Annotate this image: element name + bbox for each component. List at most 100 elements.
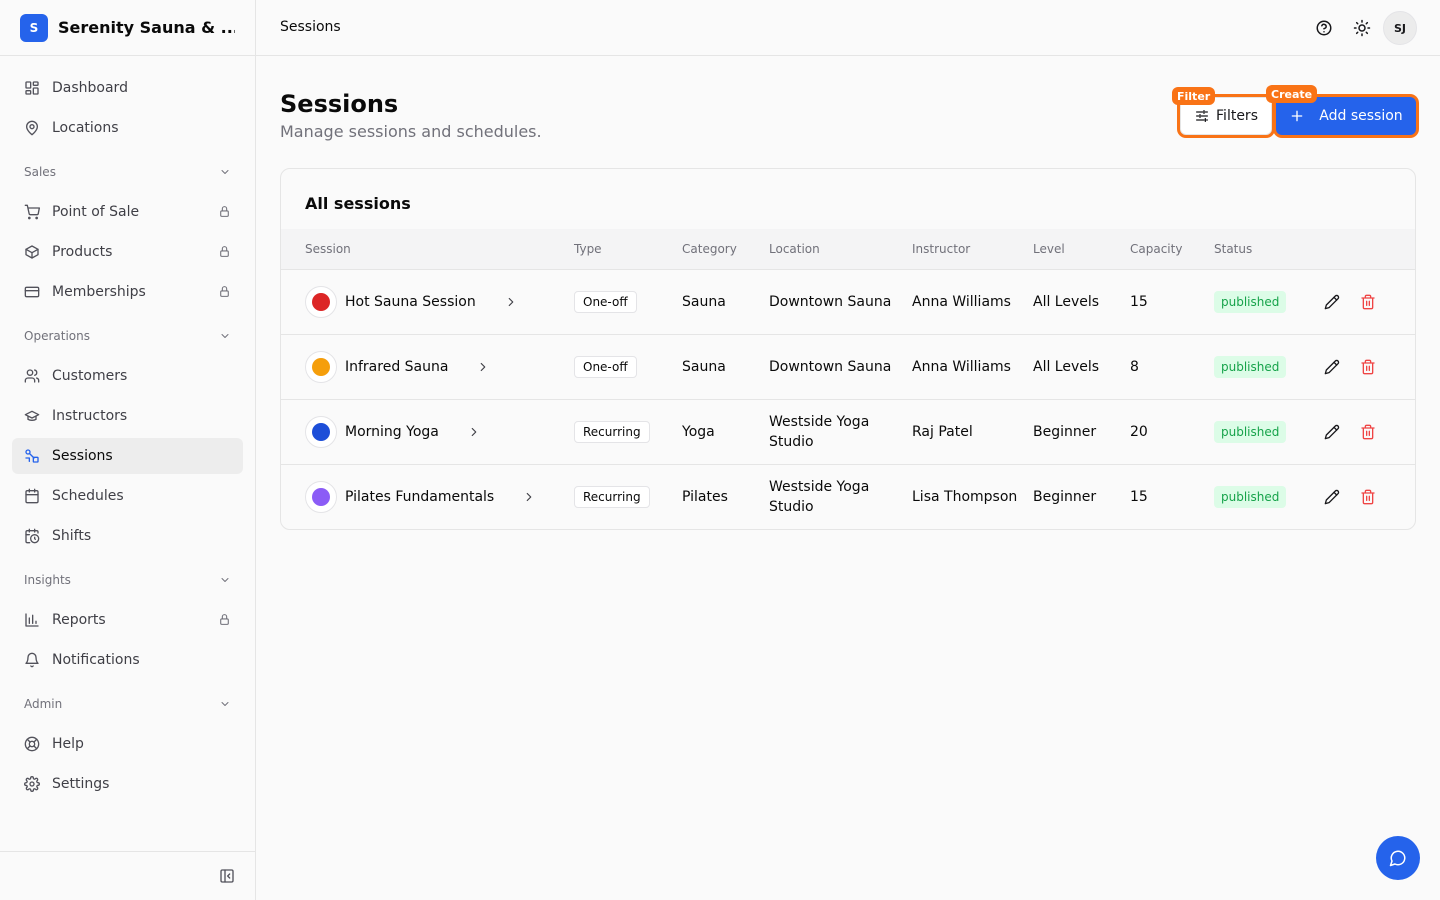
nav-group-sales[interactable]: Sales: [12, 154, 243, 190]
pencil-icon[interactable]: [1324, 359, 1340, 375]
sidebar-item-reports[interactable]: Reports: [12, 602, 243, 638]
sidebar-item-label: Help: [52, 736, 84, 752]
cell-type: Recurring: [574, 399, 682, 464]
cell-level: All Levels: [1033, 293, 1100, 310]
table-header-row: Session Type Category Location Instructo…: [281, 229, 1415, 269]
cell-status: published: [1214, 334, 1324, 399]
col-level: Level: [1033, 241, 1065, 256]
session-name: Infrared Sauna: [345, 358, 449, 375]
user-avatar[interactable]: SJ: [1383, 11, 1417, 45]
pencil-icon[interactable]: [1324, 424, 1340, 440]
sidebar-item-shifts[interactable]: Shifts: [12, 518, 243, 554]
session-link[interactable]: Hot Sauna Session: [305, 285, 574, 318]
status-badge: published: [1214, 485, 1287, 508]
graduation-cap-icon: [24, 408, 40, 424]
session-name: Hot Sauna Session: [345, 293, 476, 310]
cell-instructor: Anna Williams: [912, 293, 1011, 310]
sidebar-item-dashboard[interactable]: Dashboard: [12, 70, 243, 106]
session-color-swatch: [305, 415, 337, 448]
plus-icon: [1289, 108, 1305, 124]
page-subtitle: Manage sessions and schedules.: [280, 122, 542, 141]
cell-type: Recurring: [574, 464, 682, 529]
sidebar-item-help[interactable]: Help: [12, 726, 243, 762]
cell-instructor: Raj Patel: [912, 423, 973, 440]
chevron-down-icon: [219, 166, 231, 178]
sidebar-item-schedules[interactable]: Schedules: [12, 478, 243, 514]
table-row: Infrared Sauna One-off Sauna Downtown Sa…: [281, 334, 1415, 399]
cell-location: Westside Yoga Studio: [769, 478, 870, 515]
sidebar-item-customers[interactable]: Customers: [12, 358, 243, 394]
trash-icon[interactable]: [1360, 359, 1376, 375]
chevron-down-icon: [219, 330, 231, 342]
pencil-icon[interactable]: [1324, 294, 1340, 310]
trash-icon[interactable]: [1360, 489, 1376, 505]
type-badge: One-off: [574, 355, 637, 378]
bell-icon: [24, 652, 40, 668]
dashboard-icon: [24, 80, 40, 96]
help-circle-icon[interactable]: [1315, 19, 1333, 37]
cell-capacity: 20: [1130, 423, 1148, 440]
cell-category: Sauna: [682, 358, 726, 375]
pencil-icon[interactable]: [1324, 489, 1340, 505]
cell-level: Beginner: [1033, 488, 1097, 505]
session-link[interactable]: Infrared Sauna: [305, 350, 574, 383]
session-color-swatch: [305, 285, 337, 318]
color-dot: [312, 292, 330, 311]
table-row: Hot Sauna Session One-off Sauna Downtown…: [281, 269, 1415, 334]
sidebar-item-point-of-sale[interactable]: Point of Sale: [12, 194, 243, 230]
sessions-icon: [24, 448, 40, 464]
chevron-right-icon[interactable]: [467, 425, 481, 439]
table-row: Pilates Fundamentals Recurring Pilates W…: [281, 464, 1415, 529]
sidebar-item-locations[interactable]: Locations: [12, 110, 243, 146]
sidebar-item-label: Notifications: [52, 652, 140, 668]
sidebar-item-settings[interactable]: Settings: [12, 766, 243, 802]
session-link[interactable]: Pilates Fundamentals: [305, 480, 574, 513]
brand[interactable]: S Serenity Sauna & ...: [0, 0, 255, 56]
sliders-icon: [1194, 108, 1210, 124]
col-session: Session: [305, 241, 351, 256]
sidebar-collapse-icon[interactable]: [219, 868, 235, 884]
cell-capacity: 15: [1130, 488, 1148, 505]
lock-icon: [218, 205, 231, 218]
sidebar-item-memberships[interactable]: Memberships: [12, 274, 243, 310]
chevron-right-icon[interactable]: [504, 295, 518, 309]
nav-group-title: Insights: [24, 573, 71, 587]
color-dot: [312, 357, 330, 376]
calendar-icon: [24, 488, 40, 504]
color-dot: [312, 487, 330, 506]
cell-actions: [1324, 399, 1415, 464]
sun-icon[interactable]: [1353, 19, 1371, 37]
sidebar-item-instructors[interactable]: Instructors: [12, 398, 243, 434]
cart-icon: [24, 204, 40, 220]
topbar-title: Sessions: [280, 19, 341, 35]
users-icon: [24, 368, 40, 384]
cell-actions: [1324, 334, 1415, 399]
sidebar-item-products[interactable]: Products: [12, 234, 243, 270]
status-badge: published: [1214, 290, 1287, 313]
nav-group-insights[interactable]: Insights: [12, 562, 243, 598]
type-badge: Recurring: [574, 420, 650, 443]
trash-icon[interactable]: [1360, 294, 1376, 310]
nav-group-admin[interactable]: Admin: [12, 686, 243, 722]
sidebar-item-notifications[interactable]: Notifications: [12, 642, 243, 678]
type-badge: One-off: [574, 290, 637, 313]
type-badge: Recurring: [574, 485, 650, 508]
cell-location: Downtown Sauna: [769, 293, 892, 310]
create-tag: Create: [1266, 85, 1318, 103]
cell-session: Hot Sauna Session: [281, 269, 574, 334]
nav-group-title: Sales: [24, 165, 56, 179]
filters-button-label: Filters: [1216, 108, 1258, 124]
chat-button[interactable]: [1376, 836, 1420, 880]
bar-chart-icon: [24, 612, 40, 628]
status-badge: published: [1214, 355, 1287, 378]
sidebar-footer: [0, 851, 255, 900]
cell-capacity: 15: [1130, 293, 1148, 310]
chevron-right-icon[interactable]: [522, 490, 536, 504]
chevron-right-icon[interactable]: [476, 360, 490, 374]
session-link[interactable]: Morning Yoga: [305, 415, 574, 448]
card-icon: [24, 284, 40, 300]
nav-group-operations[interactable]: Operations: [12, 318, 243, 354]
trash-icon[interactable]: [1360, 424, 1376, 440]
cell-level: Beginner: [1033, 423, 1097, 440]
sidebar-item-sessions[interactable]: Sessions: [12, 438, 243, 474]
